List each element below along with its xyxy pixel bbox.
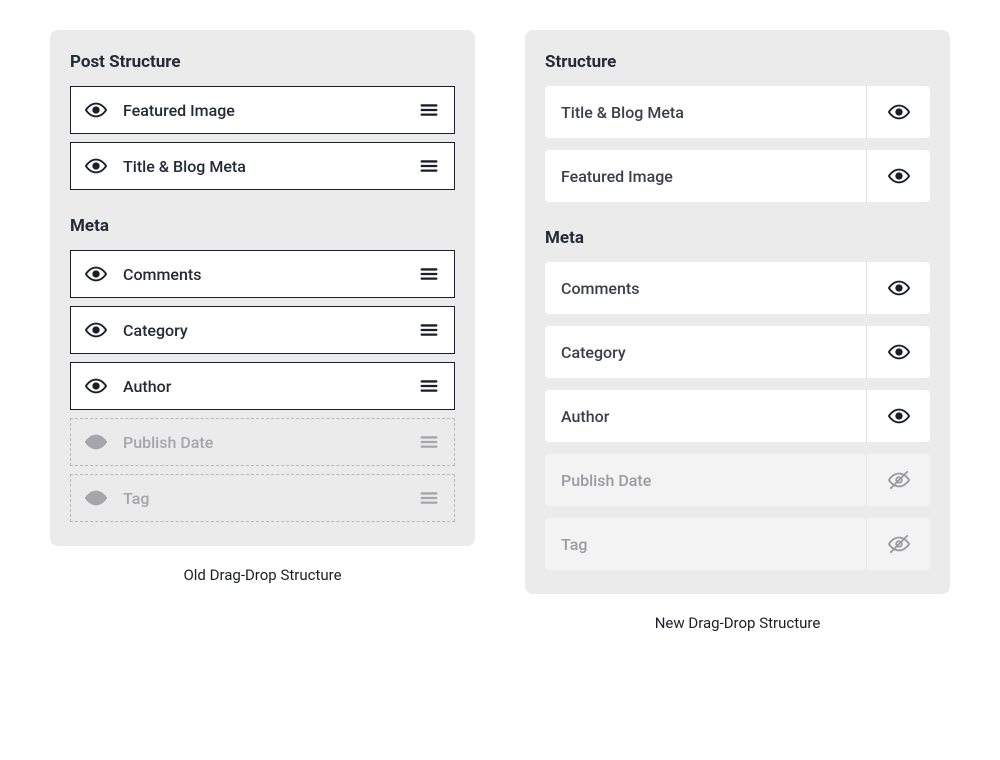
visibility-toggle[interactable] [866, 262, 930, 314]
old-caption: Old Drag-Drop Structure [183, 566, 341, 584]
new-panel: Structure Title & Blog Meta Featured Ima… [525, 30, 950, 594]
new-structure-item[interactable]: Featured Image [545, 150, 930, 202]
eye-icon[interactable] [85, 99, 107, 121]
item-label: Title & Blog Meta [123, 157, 418, 176]
old-meta-item[interactable]: Comments [70, 250, 455, 298]
item-label: Title & Blog Meta [545, 86, 866, 138]
drag-handle-icon[interactable] [418, 319, 440, 341]
item-label: Publish Date [545, 454, 866, 506]
drag-handle-icon[interactable] [418, 155, 440, 177]
eye-icon [888, 277, 910, 299]
item-label: Comments [545, 262, 866, 314]
item-label: Tag [545, 518, 866, 570]
old-meta-heading: Meta [70, 216, 455, 236]
item-label: Author [123, 377, 418, 396]
eye-icon[interactable] [85, 375, 107, 397]
new-meta-heading: Meta [545, 228, 930, 248]
eye-icon[interactable] [85, 263, 107, 285]
visibility-toggle[interactable] [866, 326, 930, 378]
visibility-toggle[interactable] [866, 454, 930, 506]
item-label: Publish Date [123, 433, 418, 452]
drag-handle-icon[interactable] [418, 431, 440, 453]
item-label: Featured Image [545, 150, 866, 202]
eye-off-icon [888, 469, 910, 491]
eye-off-icon [888, 533, 910, 555]
new-meta-item-disabled[interactable]: Publish Date [545, 454, 930, 506]
eye-icon [888, 341, 910, 363]
old-panel: Post Structure Featured Image Title & B [50, 30, 475, 546]
old-structure-item[interactable]: Featured Image [70, 86, 455, 134]
old-meta-list: Comments Category [70, 250, 455, 522]
old-meta-item-disabled[interactable]: Publish Date [70, 418, 455, 466]
eye-icon [888, 165, 910, 187]
visibility-toggle[interactable] [866, 518, 930, 570]
visibility-toggle[interactable] [866, 86, 930, 138]
eye-icon[interactable] [85, 487, 107, 509]
visibility-toggle[interactable] [866, 150, 930, 202]
old-structure-heading: Post Structure [70, 52, 455, 72]
item-label: Category [545, 326, 866, 378]
eye-icon[interactable] [85, 431, 107, 453]
item-label: Category [123, 321, 418, 340]
new-structure-list: Title & Blog Meta Featured Image [545, 86, 930, 202]
new-structure-column: Structure Title & Blog Meta Featured Ima… [525, 30, 950, 632]
eye-icon[interactable] [85, 319, 107, 341]
item-label: Comments [123, 265, 418, 284]
eye-icon [888, 405, 910, 427]
eye-icon[interactable] [85, 155, 107, 177]
old-meta-item[interactable]: Author [70, 362, 455, 410]
new-meta-item[interactable]: Comments [545, 262, 930, 314]
old-meta-item-disabled[interactable]: Tag [70, 474, 455, 522]
drag-handle-icon[interactable] [418, 263, 440, 285]
new-meta-item-disabled[interactable]: Tag [545, 518, 930, 570]
drag-handle-icon[interactable] [418, 487, 440, 509]
new-caption: New Drag-Drop Structure [655, 614, 821, 632]
new-structure-heading: Structure [545, 52, 930, 72]
visibility-toggle[interactable] [866, 390, 930, 442]
item-label: Tag [123, 489, 418, 508]
new-meta-item[interactable]: Category [545, 326, 930, 378]
drag-handle-icon[interactable] [418, 375, 440, 397]
old-structure-list: Featured Image Title & Blog Meta [70, 86, 455, 190]
item-label: Author [545, 390, 866, 442]
new-structure-item[interactable]: Title & Blog Meta [545, 86, 930, 138]
item-label: Featured Image [123, 101, 418, 120]
old-structure-item[interactable]: Title & Blog Meta [70, 142, 455, 190]
eye-icon [888, 101, 910, 123]
new-meta-item[interactable]: Author [545, 390, 930, 442]
old-meta-item[interactable]: Category [70, 306, 455, 354]
new-meta-list: Comments Category Author [545, 262, 930, 570]
old-structure-column: Post Structure Featured Image Title & B [50, 30, 475, 584]
drag-handle-icon[interactable] [418, 99, 440, 121]
